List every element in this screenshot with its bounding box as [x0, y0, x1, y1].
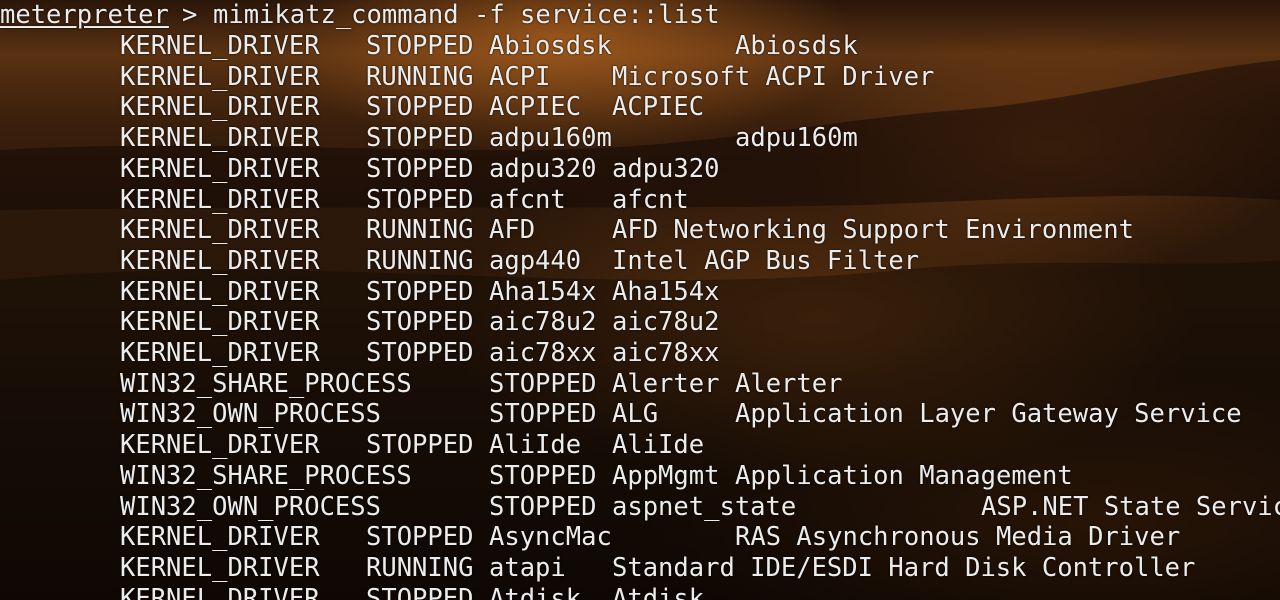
service-display-name: afcnt	[612, 184, 689, 215]
service-name: AliIde	[489, 430, 582, 461]
service-name: aic78u2	[489, 307, 597, 338]
service-display-name: AliIde	[612, 430, 705, 461]
service-name: adpu160m	[489, 123, 612, 154]
service-name: aic78xx	[489, 338, 597, 368]
service-state: STOPPED	[366, 184, 474, 215]
service-state: RUNNING	[366, 61, 474, 92]
service-type: KERNEL_DRIVER	[120, 245, 320, 276]
service-name: AFD	[489, 215, 536, 246]
service-type: KERNEL_DRIVER	[120, 215, 320, 246]
service-state: RUNNING	[366, 215, 474, 246]
service-name: Abiosdsk	[489, 31, 612, 61]
service-state: STOPPED	[366, 522, 474, 553]
service-display-name: adpu320	[612, 153, 720, 184]
service-display-name: Microsoft ACPI Driver	[612, 61, 935, 92]
service-type: WIN32_SHARE_PROCESS	[120, 460, 412, 491]
service-name: Atdisk	[489, 583, 582, 600]
prompt-line: meterpreter > mimikatz_command -f servic…	[0, 0, 720, 31]
service-display-name: Abiosdsk	[735, 31, 858, 61]
terminal-output[interactable]: meterpreter > mimikatz_command -f servic…	[0, 0, 1280, 600]
service-display-name: aic78u2	[612, 307, 720, 338]
service-state: STOPPED	[366, 307, 474, 338]
service-name: atapi	[489, 552, 566, 583]
service-state: RUNNING	[366, 245, 474, 276]
service-name: AppMgmt	[612, 460, 720, 491]
service-type: KERNEL_DRIVER	[120, 61, 320, 92]
service-state: STOPPED	[366, 583, 474, 600]
service-type: KERNEL_DRIVER	[120, 522, 320, 553]
service-display-name: Application Management	[735, 460, 1073, 491]
service-state: STOPPED	[489, 491, 597, 522]
service-display-name: Atdisk	[612, 583, 705, 600]
service-name: agp440	[489, 245, 582, 276]
service-state: STOPPED	[489, 368, 597, 399]
service-display-name: Aha154x	[612, 276, 720, 307]
service-state: STOPPED	[489, 460, 597, 491]
service-name: adpu320	[489, 153, 597, 184]
service-display-name: Application Layer Gateway Service	[735, 399, 1242, 430]
service-state: STOPPED	[366, 276, 474, 307]
service-name: afcnt	[489, 184, 566, 215]
service-display-name: RAS Asynchronous Media Driver	[735, 522, 1181, 553]
service-state: STOPPED	[366, 153, 474, 184]
service-type: KERNEL_DRIVER	[120, 583, 320, 600]
service-type: KERNEL_DRIVER	[120, 153, 320, 184]
service-type: KERNEL_DRIVER	[120, 123, 320, 154]
service-type: KERNEL_DRIVER	[120, 31, 320, 61]
service-type: KERNEL_DRIVER	[120, 184, 320, 215]
service-name: Aha154x	[489, 276, 597, 307]
service-type: KERNEL_DRIVER	[120, 92, 320, 123]
prompt-separator: >	[182, 0, 198, 30]
service-type: WIN32_OWN_PROCESS	[120, 491, 381, 522]
service-name: ACPIEC	[489, 92, 582, 123]
service-display-name: Alerter	[735, 368, 843, 399]
service-state: STOPPED	[366, 430, 474, 461]
service-state: STOPPED	[366, 338, 474, 368]
service-display-name: ASP.NET State Service	[981, 491, 1280, 522]
service-state: STOPPED	[366, 123, 474, 154]
service-name: ACPI	[489, 61, 551, 92]
service-display-name: ACPIEC	[612, 92, 705, 123]
service-type: KERNEL_DRIVER	[120, 338, 320, 368]
service-type: KERNEL_DRIVER	[120, 307, 320, 338]
service-state: STOPPED	[489, 399, 597, 430]
service-display-name: AFD Networking Support Environment	[612, 215, 1134, 246]
service-display-name: aic78xx	[612, 338, 720, 368]
service-name: Alerter	[612, 368, 720, 399]
service-name: aspnet_state	[612, 491, 797, 522]
prompt-label: meterpreter	[0, 0, 169, 30]
service-display-name: Standard IDE/ESDI Hard Disk Controller	[612, 552, 1196, 583]
service-type: WIN32_SHARE_PROCESS	[120, 368, 412, 399]
service-type: WIN32_OWN_PROCESS	[120, 399, 381, 430]
command-text: mimikatz_command -f service::list	[213, 0, 720, 30]
service-name: AsyncMac	[489, 522, 612, 553]
service-display-name: Intel AGP Bus Filter	[612, 245, 920, 276]
service-state: STOPPED	[366, 92, 474, 123]
service-state: STOPPED	[366, 31, 474, 61]
service-type: KERNEL_DRIVER	[120, 430, 320, 461]
service-state: RUNNING	[366, 552, 474, 583]
service-display-name: adpu160m	[735, 123, 858, 154]
service-name: ALG	[612, 399, 659, 430]
service-type: KERNEL_DRIVER	[120, 276, 320, 307]
service-type: KERNEL_DRIVER	[120, 552, 320, 583]
terminal-window[interactable]: meterpreter > mimikatz_command -f servic…	[0, 0, 1280, 600]
